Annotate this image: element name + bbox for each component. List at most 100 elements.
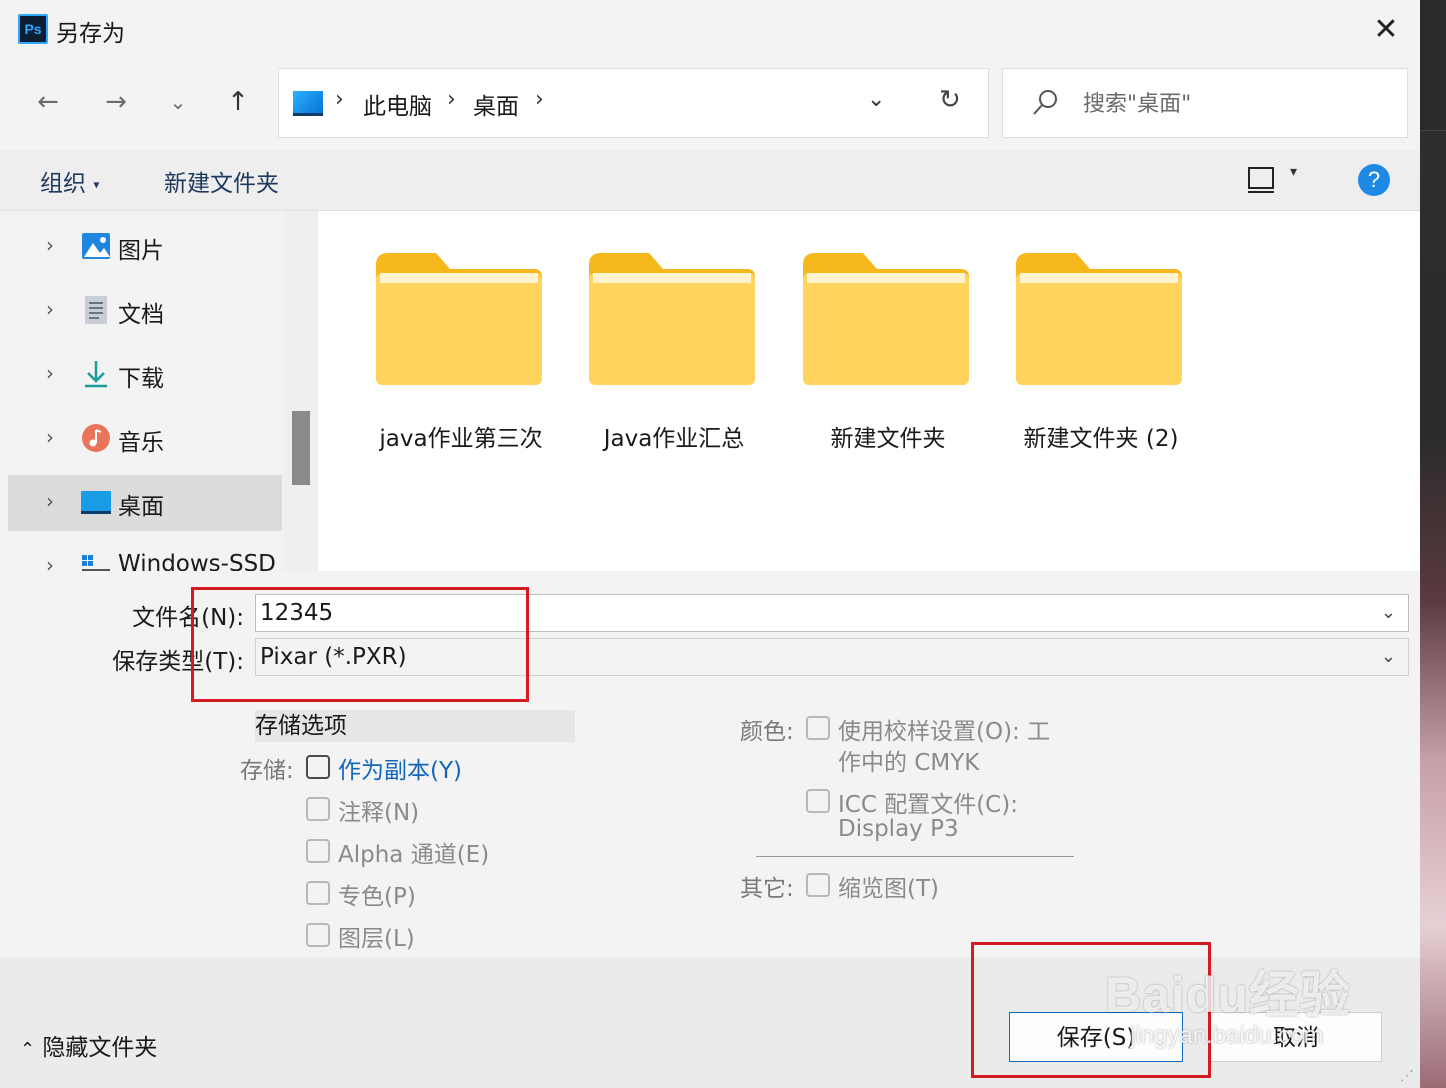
photoshop-app-icon: Ps	[18, 14, 48, 44]
desktop-icon	[81, 491, 111, 514]
forward-button[interactable]: →	[96, 82, 136, 122]
window-title: 另存为	[56, 21, 125, 47]
downloads-icon	[85, 361, 107, 388]
hide-folders-toggle[interactable]: ⌃ 隐藏文件夹	[20, 1028, 157, 1062]
save-type-select[interactable]: Pixar (*.PXR) ⌄	[255, 638, 1409, 676]
this-pc-icon	[293, 91, 323, 116]
forward-arrow-icon: →	[105, 87, 127, 117]
alpha-channels-checkbox	[306, 839, 330, 863]
sidebar-item-label: 下载	[118, 366, 164, 392]
hide-folders-label: 隐藏文件夹	[42, 1035, 158, 1061]
sidebar-item-downloads[interactable]: › 下载	[8, 347, 282, 403]
breadcrumb-this-pc[interactable]: 此电脑	[363, 87, 432, 121]
organize-menu[interactable]: 组织 ▾	[40, 164, 99, 198]
as-copy-checkbox[interactable]	[306, 755, 330, 779]
folder-icon	[376, 253, 542, 385]
save-options-heading: 存储选项	[255, 710, 575, 742]
chevron-down-icon[interactable]: ⌄	[1381, 639, 1396, 675]
address-history-dropdown-icon[interactable]: ⌄	[867, 87, 885, 112]
caret-down-icon: ▾	[93, 177, 100, 192]
music-icon	[82, 424, 110, 452]
filename-panel	[0, 571, 1420, 701]
address-bar[interactable]: › 此电脑 › 桌面 › ⌄ ↻	[278, 68, 989, 138]
folder-icon	[589, 253, 755, 385]
other-label: 其它:	[740, 876, 794, 902]
thumbnail-label: 缩览图(T)	[838, 876, 939, 902]
thumbnail-checkbox	[806, 873, 830, 897]
folder-label: Java作业汇总	[603, 426, 745, 452]
view-mode-icon[interactable]	[1248, 167, 1274, 193]
use-proof-setup-label: 使用校样设置(O): 工	[838, 719, 1051, 745]
breadcrumb-separator-icon: ›	[535, 87, 544, 112]
save-type-value: Pixar (*.PXR)	[260, 644, 407, 670]
new-folder-button[interactable]: 新建文件夹	[164, 164, 279, 198]
folder-icon	[1016, 253, 1182, 385]
back-arrow-icon: ←	[37, 87, 59, 117]
options-divider	[756, 856, 1074, 857]
breadcrumb-separator-icon: ›	[335, 87, 344, 112]
sidebar-item-music[interactable]: › 音乐	[8, 411, 282, 467]
as-copy-label[interactable]: 作为副本(Y)	[338, 751, 462, 785]
sidebar-item-label: 音乐	[118, 430, 164, 456]
folder-label: 新建文件夹 (2)	[1023, 426, 1179, 452]
navigation-pane: › 图片 › 文档 › 下载 › 音乐 › 桌面 › Windows-SSD	[0, 211, 318, 577]
sidebar-item-pictures[interactable]: › 图片	[8, 219, 282, 275]
folder-label: java作业第三次	[379, 426, 543, 452]
search-input[interactable]	[1081, 85, 1385, 123]
icc-profile-checkbox	[806, 789, 830, 813]
layers-label: 图层(L)	[338, 926, 415, 952]
pictures-icon	[82, 233, 110, 259]
baidu-watermark: Baidu经验	[1105, 967, 1351, 1023]
expand-chevron-icon[interactable]: ›	[46, 489, 54, 513]
expand-chevron-icon[interactable]: ›	[46, 233, 54, 257]
annotations-checkbox	[306, 797, 330, 821]
folder-icon	[803, 253, 969, 385]
expand-chevron-icon[interactable]: ›	[46, 297, 54, 321]
save-type-label: 保存类型(T):	[112, 649, 244, 675]
save-label: 存储:	[240, 758, 294, 784]
sidebar-scrollbar-thumb[interactable]	[292, 411, 310, 485]
view-dropdown-icon[interactable]: ▾	[1290, 164, 1297, 180]
icc-profile-label-line2: Display P3	[838, 816, 959, 842]
baidu-watermark-url: jingyan.baidu.com	[1130, 1022, 1324, 1049]
folder-item[interactable]: 新建文件夹 (2)	[996, 251, 1186, 461]
breadcrumb-separator-icon: ›	[447, 87, 456, 112]
up-button[interactable]: ↑	[218, 82, 258, 122]
refresh-icon[interactable]: ↻	[939, 85, 961, 115]
search-icon	[1033, 90, 1057, 115]
folder-item[interactable]: 新建文件夹	[783, 251, 973, 461]
expand-chevron-icon[interactable]: ›	[46, 425, 54, 449]
use-proof-setup-checkbox	[806, 716, 830, 740]
sidebar-scrollbar[interactable]	[284, 211, 318, 571]
resize-grip-icon[interactable]: ⋰	[1400, 1068, 1414, 1084]
back-button[interactable]: ←	[28, 82, 68, 122]
breadcrumb-desktop[interactable]: 桌面	[473, 87, 519, 121]
close-button[interactable]: ✕	[1366, 10, 1406, 50]
folder-item[interactable]: Java作业汇总	[569, 251, 759, 461]
chevron-up-icon: ⌃	[20, 1039, 36, 1060]
help-button[interactable]: ?	[1358, 164, 1390, 196]
annotations-label: 注释(N)	[338, 800, 420, 826]
sidebar-item-documents[interactable]: › 文档	[8, 283, 282, 339]
recent-locations-button[interactable]: ⌄	[158, 82, 198, 122]
alpha-channels-label: Alpha 通道(E)	[338, 842, 490, 868]
expand-chevron-icon[interactable]: ›	[46, 361, 54, 385]
save-as-dialog: Ps 另存为 ✕ ← → ⌄ ↑ › 此电脑 › 桌面 › ⌄ ↻ 组织 ▾ 新…	[0, 0, 1420, 1088]
folder-item[interactable]: java作业第三次	[356, 251, 546, 461]
chevron-down-icon[interactable]: ⌄	[1381, 595, 1396, 631]
file-list: java作业第三次 Java作业汇总 新建文件夹 新建文件夹 (2)	[318, 211, 1420, 571]
background-photo	[1420, 0, 1446, 1088]
up-arrow-icon: ↑	[227, 87, 249, 117]
sidebar-item-label: 文档	[118, 302, 164, 328]
close-icon: ✕	[1373, 12, 1399, 47]
icc-profile-label: ICC 配置文件(C):	[838, 792, 1018, 818]
chevron-down-icon: ⌄	[169, 90, 187, 114]
folder-label: 新建文件夹	[830, 426, 946, 452]
filename-input[interactable]: 12345 ⌄	[255, 594, 1409, 632]
sidebar-item-label: 图片	[118, 238, 164, 264]
search-box[interactable]	[1002, 68, 1408, 138]
documents-icon	[85, 296, 107, 324]
sidebar-item-desktop[interactable]: › 桌面	[8, 475, 282, 531]
sidebar-item-label: 桌面	[118, 494, 164, 520]
background-app-strip	[1420, 0, 1446, 131]
